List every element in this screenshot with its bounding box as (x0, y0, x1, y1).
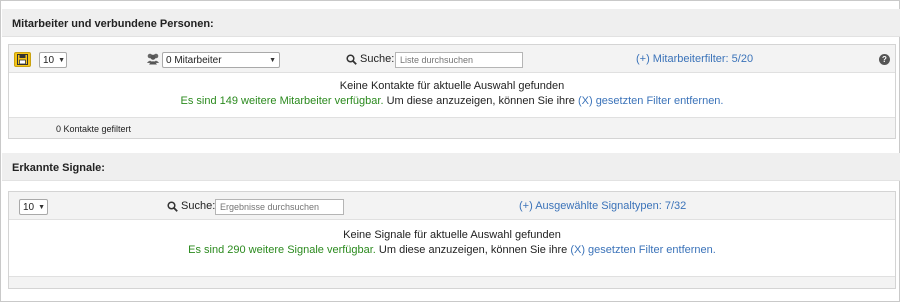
employees-search-label: Suche: (360, 53, 395, 65)
signals-page-size-value: 10 (23, 201, 35, 213)
page-frame: Mitarbeiter und verbundene Personen: 10 … (0, 0, 900, 302)
employees-section-title: Mitarbeiter und verbundene Personen: (2, 9, 900, 37)
employees-toolbar: 10 ▼ 0 Mitarbeiter ▼ Suche: Liste durchs… (9, 45, 895, 73)
signal-type-filter-link[interactable]: (+) Ausgewählte Signaltypen: 7/32 (519, 200, 686, 212)
help-icon[interactable]: ? (879, 54, 890, 65)
caret-down-icon: ▼ (269, 56, 276, 64)
signals-more-message: Es sind 290 weitere Signale verfügbar. U… (9, 243, 895, 258)
signals-section-title: Erkannte Signale: (2, 153, 900, 181)
employees-search-label-group: Suche: (346, 53, 394, 65)
employees-panel: 10 ▼ 0 Mitarbeiter ▼ Suche: Liste durchs… (8, 44, 896, 139)
caret-down-icon: ▼ (38, 203, 46, 211)
signals-search-label: Suche: (181, 200, 216, 212)
employees-page-size-value: 10 (43, 54, 55, 66)
employees-footer: 0 Kontakte gefiltert (9, 117, 895, 138)
signals-panel: 10 ▼ Suche: (+) Ausgewählte Signaltypen:… (8, 191, 896, 289)
signals-search-label-group: Suche: (167, 200, 215, 212)
employees-page-size-select[interactable]: 10 ▼ (39, 52, 67, 68)
signals-empty-message: Keine Signale für aktuelle Auswahl gefun… (343, 229, 561, 241)
employees-more-text: Um diese anzuzeigen, können Sie ihre (383, 95, 578, 107)
signals-search-input[interactable] (215, 199, 344, 215)
signals-toolbar: 10 ▼ Suche: (+) Ausgewählte Signaltypen:… (9, 192, 895, 220)
signals-footer (9, 276, 895, 288)
users-icon (146, 52, 160, 68)
employees-empty-message: Keine Kontakte für aktuelle Auswahl gefu… (339, 80, 565, 92)
signals-message-area: Keine Signale für aktuelle Auswahl gefun… (9, 220, 895, 276)
employees-remove-filter-link[interactable]: (X) gesetzten Filter entfernen. (578, 95, 724, 107)
search-icon (346, 53, 357, 65)
signals-more-text: Um diese anzuzeigen, können Sie ihre (375, 244, 571, 256)
employee-filter-link[interactable]: (+) Mitarbeiterfilter: 5/20 (636, 53, 753, 65)
employee-select[interactable]: 0 Mitarbeiter ▼ (162, 52, 280, 68)
employees-more-count-text: Es sind 149 weitere Mitarbeiter verfügba… (180, 95, 384, 107)
caret-down-icon: ▼ (58, 56, 66, 64)
signals-page-size-select[interactable]: 10 ▼ (19, 199, 48, 215)
signals-more-count-text: Es sind 290 weitere Signale verfügbar. (188, 244, 376, 256)
employees-more-message: Es sind 149 weitere Mitarbeiter verfügba… (9, 94, 895, 109)
search-icon (167, 200, 178, 212)
save-icon (17, 54, 28, 65)
signals-remove-filter-link[interactable]: (X) gesetzten Filter entfernen. (570, 244, 716, 256)
employees-message-area: Keine Kontakte für aktuelle Auswahl gefu… (9, 73, 895, 117)
employee-select-value: 0 Mitarbeiter (166, 54, 222, 66)
employees-search-input[interactable] (395, 52, 523, 68)
save-button[interactable] (14, 52, 31, 67)
